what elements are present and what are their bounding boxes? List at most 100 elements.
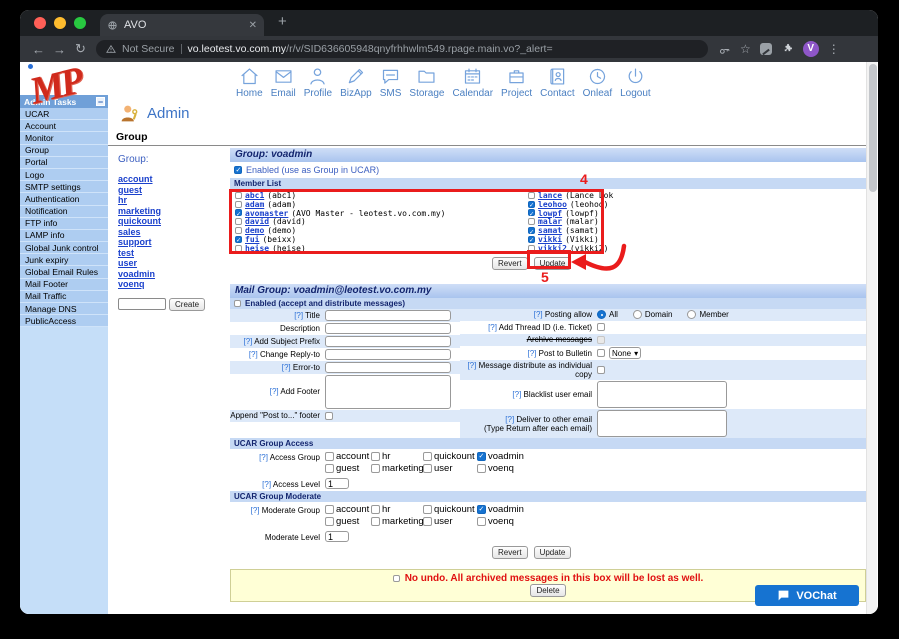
mail-enabled-checkbox[interactable] xyxy=(234,300,241,307)
new-tab-button[interactable]: + xyxy=(278,14,287,29)
form-text-input[interactable] xyxy=(325,362,451,373)
group-checkbox[interactable] xyxy=(371,505,380,514)
sidebar-item[interactable]: Portal xyxy=(20,157,108,169)
sidebar-item[interactable]: Notification xyxy=(20,206,108,218)
password-key-icon[interactable] xyxy=(718,43,731,56)
group-checkbox-item[interactable]: voadmin xyxy=(477,504,533,515)
member-link[interactable]: samat xyxy=(538,226,562,235)
group-checkbox-item[interactable]: marketing xyxy=(371,463,423,474)
group-checkbox[interactable] xyxy=(371,517,380,526)
help-link[interactable]: [?] xyxy=(270,387,279,396)
member-link[interactable]: lowpf xyxy=(538,209,562,218)
group-checkbox[interactable] xyxy=(423,452,432,461)
bookmark-star-icon[interactable]: ☆ xyxy=(740,43,751,55)
revert-button-2[interactable]: Revert xyxy=(492,546,528,559)
update-button[interactable]: Update xyxy=(534,257,572,270)
vochat-button[interactable]: VOChat xyxy=(755,585,859,606)
form-text-input[interactable] xyxy=(325,349,451,360)
nav-item-logout[interactable]: Logout xyxy=(620,66,651,99)
member-link[interactable]: malar xyxy=(538,217,562,226)
access-level-input[interactable] xyxy=(325,478,349,489)
url-bar[interactable]: Not Secure vo.leotest.vo.com.my/r/v/SID6… xyxy=(96,40,708,58)
sidebar-item[interactable]: FTP info xyxy=(20,218,108,230)
sidebar-item[interactable]: Logo xyxy=(20,169,108,181)
member-link[interactable]: adam xyxy=(245,200,264,209)
back-button[interactable]: ← xyxy=(28,42,49,57)
member-checkbox[interactable] xyxy=(235,236,242,243)
delete-confirm-checkbox[interactable] xyxy=(393,575,400,582)
help-link[interactable]: [?] xyxy=(534,310,543,319)
tab-close-icon[interactable]: ✕ xyxy=(249,20,257,31)
member-checkbox[interactable] xyxy=(235,201,242,208)
sidebar-item[interactable]: Group xyxy=(20,145,108,157)
scrollbar-thumb[interactable] xyxy=(869,64,877,192)
group-checkbox-item[interactable]: account xyxy=(325,451,371,462)
member-checkbox[interactable] xyxy=(235,245,242,252)
help-link[interactable]: [?] xyxy=(505,415,514,424)
group-enabled-checkbox[interactable] xyxy=(234,166,242,174)
member-checkbox[interactable] xyxy=(235,218,242,225)
group-checkbox-item[interactable]: hr xyxy=(371,451,423,462)
group-checkbox[interactable] xyxy=(371,464,380,473)
group-checkbox[interactable] xyxy=(477,464,486,473)
group-link[interactable]: quickount xyxy=(118,216,230,227)
member-link[interactable]: vikki xyxy=(538,235,562,244)
member-link[interactable]: vikki2 xyxy=(538,244,567,253)
group-checkbox[interactable] xyxy=(477,517,486,526)
app-logo[interactable]: MP xyxy=(30,64,126,108)
member-checkbox[interactable] xyxy=(528,245,535,252)
sidebar-item[interactable]: PublicAccess xyxy=(20,315,108,327)
forward-button[interactable]: → xyxy=(49,42,70,57)
group-link[interactable]: voenq xyxy=(118,279,230,290)
form-checkbox[interactable] xyxy=(597,349,605,357)
member-checkbox[interactable] xyxy=(528,209,535,216)
help-link[interactable]: [?] xyxy=(251,506,260,515)
group-link[interactable]: hr xyxy=(118,195,230,206)
help-link[interactable]: [?] xyxy=(294,311,303,320)
help-link[interactable]: [?] xyxy=(282,363,291,372)
group-checkbox[interactable] xyxy=(423,505,432,514)
nav-item-home[interactable]: Home xyxy=(236,66,263,99)
browser-tab[interactable]: AVO ✕ xyxy=(100,14,264,36)
help-link[interactable]: [?] xyxy=(262,480,271,489)
member-checkbox[interactable] xyxy=(528,227,535,234)
group-checkbox-item[interactable]: guest xyxy=(325,516,371,527)
help-link[interactable]: [?] xyxy=(488,323,497,332)
sidebar-item[interactable]: Mail Traffic xyxy=(20,291,108,303)
sidebar-item[interactable]: Manage DNS xyxy=(20,303,108,315)
group-link[interactable]: marketing xyxy=(118,206,230,217)
sidebar-item[interactable]: Global Junk control xyxy=(20,242,108,254)
group-checkbox[interactable] xyxy=(423,517,432,526)
maximize-window-button[interactable] xyxy=(74,17,86,29)
form-textarea[interactable] xyxy=(597,410,727,437)
member-link[interactable]: lance xyxy=(538,191,562,200)
group-checkbox[interactable] xyxy=(325,464,334,473)
sidebar-item[interactable]: UCAR xyxy=(20,108,108,120)
menu-dots-icon[interactable]: ⋮ xyxy=(828,43,840,55)
nav-item-storage[interactable]: Storage xyxy=(409,66,444,99)
help-link[interactable]: [?] xyxy=(527,349,536,358)
help-link[interactable]: [?] xyxy=(259,453,268,462)
group-link[interactable]: support xyxy=(118,237,230,248)
group-checkbox-item[interactable]: account xyxy=(325,504,371,515)
help-link[interactable]: [?] xyxy=(244,337,253,346)
delete-button[interactable]: Delete xyxy=(530,584,565,597)
form-text-input[interactable] xyxy=(325,336,451,347)
help-link[interactable]: [?] xyxy=(467,361,476,370)
group-link[interactable]: voadmin xyxy=(118,269,230,280)
group-checkbox[interactable] xyxy=(477,452,486,461)
sidebar-item[interactable]: Global Email Rules xyxy=(20,266,108,278)
close-window-button[interactable] xyxy=(34,17,46,29)
group-checkbox-item[interactable]: guest xyxy=(325,463,371,474)
bulletin-select[interactable]: None▾ xyxy=(609,347,641,359)
group-checkbox-item[interactable]: voadmin xyxy=(477,451,533,462)
group-link[interactable]: guest xyxy=(118,185,230,196)
group-checkbox[interactable] xyxy=(423,464,432,473)
group-checkbox-item[interactable]: user xyxy=(423,516,477,527)
sidebar-item[interactable]: Authentication xyxy=(20,193,108,205)
group-checkbox-item[interactable]: marketing xyxy=(371,516,423,527)
sidebar-item[interactable]: Account xyxy=(20,120,108,132)
update-button-2[interactable]: Update xyxy=(534,546,572,559)
group-checkbox-item[interactable]: user xyxy=(423,463,477,474)
nav-item-email[interactable]: Email xyxy=(271,66,296,99)
